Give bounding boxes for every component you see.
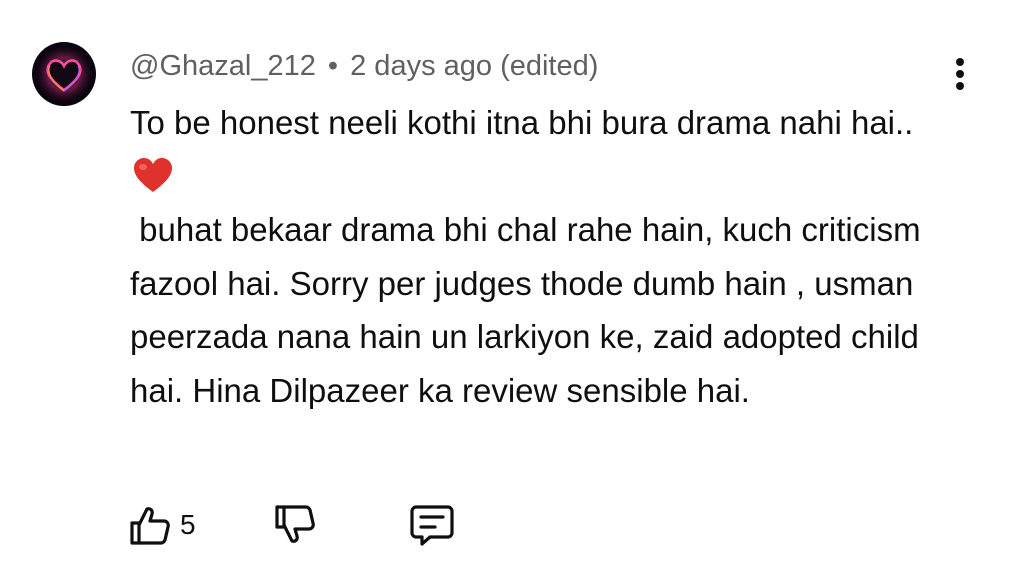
dislike-button[interactable] — [273, 500, 317, 550]
comment-more-button[interactable] — [944, 54, 976, 94]
heart-avatar-icon — [34, 44, 94, 104]
like-button[interactable]: 5 — [128, 500, 196, 550]
avatar[interactable] — [32, 42, 96, 106]
comment-meta: @Ghazal_212 • 2 days ago (edited) — [130, 46, 598, 86]
more-vertical-icon-dot — [956, 82, 964, 90]
comment-timestamp: 2 days ago (edited) — [350, 50, 599, 82]
reply-comment-icon — [410, 505, 454, 546]
like-count: 5 — [180, 509, 196, 540]
reply-button[interactable] — [408, 500, 456, 550]
more-vertical-icon-dot — [956, 70, 964, 78]
author-handle[interactable]: @Ghazal_212 — [130, 50, 316, 82]
heart-emoji-icon — [134, 157, 172, 192]
comment-paragraph: To be honest neeli kothi itna bhi bura d… — [130, 96, 950, 203]
thumbs-down-icon — [275, 505, 315, 543]
comment-thread-item: @Ghazal_212 • 2 days ago (edited) To be … — [0, 0, 1024, 570]
comment-paragraph-text: To be honest neeli kothi itna bhi bura d… — [130, 104, 914, 141]
comment-paragraph: buhat bekaar drama bhi chal rahe hain, k… — [130, 211, 930, 409]
meta-separator: • — [327, 50, 339, 82]
thumbs-up-icon — [130, 507, 170, 545]
more-vertical-icon — [956, 58, 964, 66]
comment-text: To be honest neeli kothi itna bhi bura d… — [130, 96, 950, 417]
